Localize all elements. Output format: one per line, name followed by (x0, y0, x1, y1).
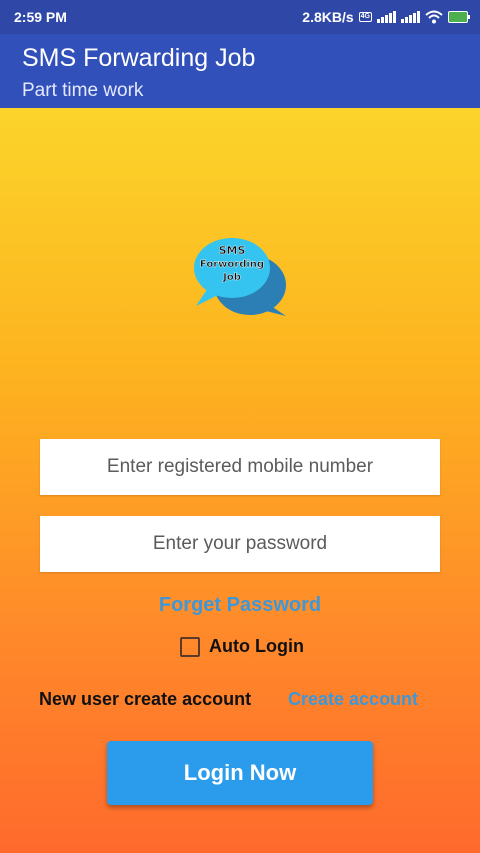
app-logo: SMS Forwording Job (194, 238, 286, 316)
app-title: SMS Forwarding Job (22, 44, 256, 72)
mobile-number-input[interactable] (40, 439, 440, 495)
status-indicators: 2.8KB/s 4G (302, 9, 470, 25)
app-bar: SMS Forwarding Job Part time work (0, 34, 480, 108)
signal-icon (377, 11, 396, 23)
create-account-link[interactable]: Create account (288, 689, 418, 710)
auto-login-checkbox[interactable] (180, 636, 200, 657)
logo-text-line1: SMS (219, 244, 246, 257)
wifi-icon (425, 10, 443, 24)
battery-icon (448, 11, 470, 23)
status-time: 2:59 PM (14, 9, 67, 25)
forget-password-link[interactable]: Forget Password (0, 594, 480, 617)
lte-icon: 4G (358, 12, 372, 22)
new-user-text: New user create account (39, 689, 252, 709)
login-button[interactable]: Login Now (107, 741, 373, 805)
auto-login-option[interactable]: Auto Login (180, 636, 304, 657)
logo-text-line3: Job (222, 272, 241, 283)
signal-icon (401, 11, 420, 23)
network-speed: 2.8KB/s (302, 9, 354, 25)
auto-login-label: Auto Login (209, 636, 304, 656)
app-subtitle: Part time work (22, 80, 144, 101)
status-bar: 2:59 PM 2.8KB/s 4G (0, 0, 480, 34)
password-input[interactable] (40, 516, 440, 572)
logo-text-line2: Forwording (200, 259, 264, 270)
login-content: SMS Forwording Job Forget Password Auto … (0, 108, 480, 853)
